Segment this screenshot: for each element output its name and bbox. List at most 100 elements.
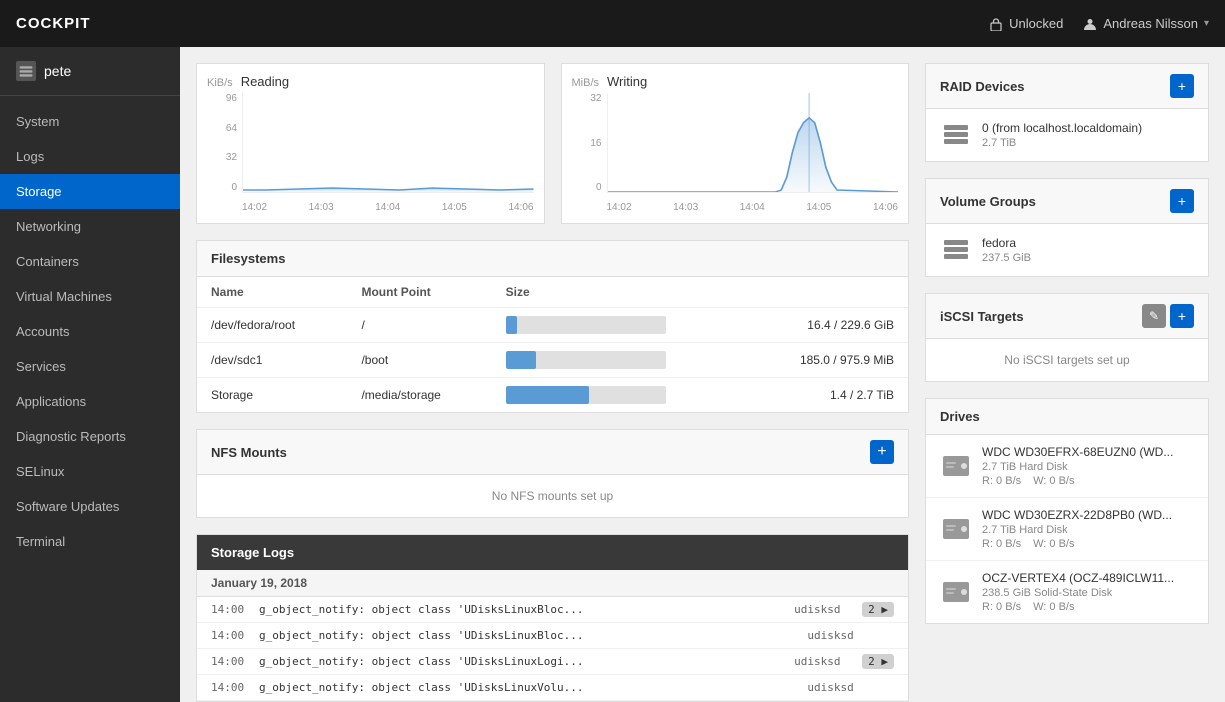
drive-item[interactable]: WDC WD30EZRX-22D8PB0 (WD... 2.7 TiB Hard… <box>926 498 1208 561</box>
sidebar-host: pete <box>0 47 180 96</box>
nfs-title: NFS Mounts <box>211 445 287 460</box>
sidebar-item-services[interactable]: Services <box>0 349 180 384</box>
drive-name-0: WDC WD30EFRX-68EUZN0 (WD... <box>982 445 1194 459</box>
nfs-section: NFS Mounts + No NFS mounts set up <box>196 429 909 518</box>
drive-io-2: R: 0 B/s W: 0 B/s <box>982 601 1194 613</box>
logs-date: January 19, 2018 <box>197 570 908 597</box>
reading-y-labels: 96 64 32 0 <box>207 93 237 193</box>
fs-mount: /boot <box>347 343 491 378</box>
reading-chart-area: 96 64 32 0 14:02 14:03 <box>207 93 534 213</box>
sidebar-item-accounts[interactable]: Accounts <box>0 314 180 349</box>
user-menu[interactable]: Andreas Nilsson ▾ <box>1083 16 1209 31</box>
sidebar-item-diagnostic-reports[interactable]: Diagnostic Reports <box>0 419 180 454</box>
iscsi-section: iSCSI Targets ✎ + No iSCSI targets set u… <box>925 293 1209 382</box>
drives-header: Drives <box>926 399 1208 435</box>
sidebar-item-containers[interactable]: Containers <box>0 244 180 279</box>
filesystems-table: Name Mount Point Size /dev/fedora/root /… <box>197 277 908 412</box>
iscsi-add-button[interactable]: + <box>1170 304 1194 328</box>
reading-chart-plot <box>242 93 534 193</box>
vg-add-button[interactable]: + <box>1170 189 1194 213</box>
raid-device-sub: 2.7 TiB <box>982 137 1194 149</box>
iscsi-header: iSCSI Targets ✎ + <box>926 294 1208 339</box>
drive-sub-2: 238.5 GiB Solid-State Disk <box>982 587 1194 599</box>
fs-bar <box>492 343 744 378</box>
filesystems-section: Filesystems Name Mount Point Size /dev/f… <box>196 240 909 413</box>
drives-section: Drives WDC WD30EFRX-68EUZN0 (WD... 2.7 T… <box>925 398 1209 624</box>
vg-device-info: fedora 237.5 GiB <box>982 236 1194 264</box>
host-icon <box>16 61 36 81</box>
storage-logs-section: Storage Logs January 19, 2018 14:00 g_ob… <box>196 534 909 702</box>
raid-add-button[interactable]: + <box>1170 74 1194 98</box>
sidebar-item-terminal[interactable]: Terminal <box>0 524 180 559</box>
drive-sub-0: 2.7 TiB Hard Disk <box>982 461 1194 473</box>
sidebar-item-virtual-machines[interactable]: Virtual Machines <box>0 279 180 314</box>
storage-logs-header: Storage Logs <box>197 535 908 570</box>
fs-name: /dev/sdc1 <box>197 343 347 378</box>
topbar: COCKPIT Unlocked Andreas Nilsson ▾ <box>0 0 1225 47</box>
fs-size: 16.4 / 229.6 GiB <box>744 308 908 343</box>
sidebar-item-applications[interactable]: Applications <box>0 384 180 419</box>
iscsi-title: iSCSI Targets <box>940 309 1024 324</box>
drives-title: Drives <box>940 409 980 424</box>
drive-icon-2 <box>940 576 972 608</box>
writing-chart-area: 32 16 0 14:02 <box>572 93 899 213</box>
writing-chart-plot <box>607 93 899 193</box>
fs-size: 185.0 / 975.9 MiB <box>744 343 908 378</box>
sidebar-item-logs[interactable]: Logs <box>0 139 180 174</box>
user-label: Andreas Nilsson <box>1103 16 1198 31</box>
raid-device-name: 0 (from localhost.localdomain) <box>982 121 1194 135</box>
charts-row: KiB/s Reading 96 64 32 0 <box>196 63 909 224</box>
vg-item[interactable]: fedora 237.5 GiB <box>926 224 1208 276</box>
reading-chart: KiB/s Reading 96 64 32 0 <box>196 63 545 224</box>
topbar-right: Unlocked Andreas Nilsson ▾ <box>989 16 1209 31</box>
sidebar-item-software-updates[interactable]: Software Updates <box>0 489 180 524</box>
drive-io-0: R: 0 B/s W: 0 B/s <box>982 475 1194 487</box>
writing-x-labels: 14:02 14:03 14:04 14:05 14:06 <box>607 202 899 213</box>
raid-item[interactable]: 0 (from localhost.localdomain) 2.7 TiB <box>926 109 1208 161</box>
drive-io-1: R: 0 B/s W: 0 B/s <box>982 538 1194 550</box>
iscsi-actions: ✎ + <box>1142 304 1194 328</box>
iscsi-edit-button[interactable]: ✎ <box>1142 304 1166 328</box>
raid-section: RAID Devices + 0 (from localhost.localdo… <box>925 63 1209 162</box>
table-row[interactable]: /dev/fedora/root / 16.4 / 229.6 GiB <box>197 308 908 343</box>
nfs-add-button[interactable]: + <box>870 440 894 464</box>
sidebar-item-system[interactable]: System <box>0 104 180 139</box>
table-row[interactable]: /dev/sdc1 /boot 185.0 / 975.9 MiB <box>197 343 908 378</box>
unlock-label: Unlocked <box>1009 16 1063 31</box>
drive-item[interactable]: WDC WD30EFRX-68EUZN0 (WD... 2.7 TiB Hard… <box>926 435 1208 498</box>
sidebar-nav: System Logs Storage Networking Container… <box>0 96 180 567</box>
drive-name-2: OCZ-VERTEX4 (OCZ-489ICLW11... <box>982 571 1194 585</box>
filesystems-title: Filesystems <box>211 251 285 266</box>
vg-header: Volume Groups + <box>926 179 1208 224</box>
drive-item[interactable]: OCZ-VERTEX4 (OCZ-489ICLW11... 238.5 GiB … <box>926 561 1208 623</box>
writing-unit: MiB/s <box>572 77 600 89</box>
table-row[interactable]: Storage /media/storage 1.4 / 2.7 TiB <box>197 378 908 413</box>
writing-title: Writing <box>607 74 647 89</box>
sidebar-item-networking[interactable]: Networking <box>0 209 180 244</box>
sidebar-host-name: pete <box>44 63 71 79</box>
drive-icon-1 <box>940 513 972 545</box>
log-row: 14:00 g_object_notify: object class 'UDi… <box>197 597 908 623</box>
user-icon <box>1083 17 1097 31</box>
reading-title: Reading <box>241 74 289 89</box>
writing-y-labels: 32 16 0 <box>572 93 602 193</box>
drive-name-1: WDC WD30EZRX-22D8PB0 (WD... <box>982 508 1194 522</box>
drive-info-2: OCZ-VERTEX4 (OCZ-489ICLW11... 238.5 GiB … <box>982 571 1194 613</box>
reading-unit: KiB/s <box>207 77 233 89</box>
nfs-empty: No NFS mounts set up <box>197 475 908 517</box>
log-row: 14:00 g_object_notify: object class 'UDi… <box>197 649 908 675</box>
fs-size: 1.4 / 2.7 TiB <box>744 378 908 413</box>
vg-title: Volume Groups <box>940 194 1036 209</box>
sidebar-item-storage[interactable]: Storage <box>0 174 180 209</box>
brand-label: COCKPIT <box>16 15 989 32</box>
col-size: Size <box>492 277 744 308</box>
raid-header: RAID Devices + <box>926 64 1208 109</box>
unlock-status: Unlocked <box>989 16 1063 31</box>
sidebar-item-selinux[interactable]: SELinux <box>0 454 180 489</box>
nfs-header: NFS Mounts + <box>197 430 908 475</box>
user-chevron: ▾ <box>1204 18 1209 29</box>
reading-x-labels: 14:02 14:03 14:04 14:05 14:06 <box>242 202 534 213</box>
sidebar: pete System Logs Storage Networking Cont… <box>0 47 180 702</box>
fs-name: Storage <box>197 378 347 413</box>
fs-bar <box>492 378 744 413</box>
